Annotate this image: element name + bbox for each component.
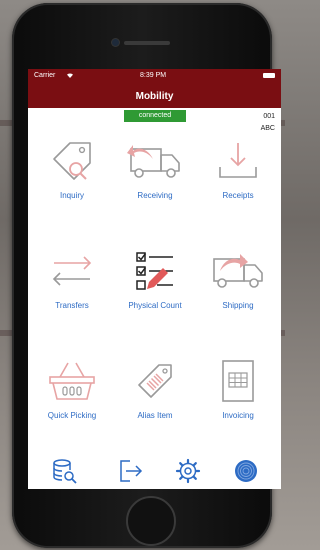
bottom-tab-bar (28, 453, 281, 489)
tile-label-quick-picking: Quick Picking (47, 411, 97, 420)
tile-label-physical-count: Physical Count (128, 301, 182, 310)
tile-label-inquiry: Inquiry (59, 191, 84, 200)
price-tag-search-icon (53, 142, 91, 180)
status-time: 8:39 PM (140, 72, 167, 79)
download-tray-icon (219, 143, 257, 178)
tile-label-shipping: Shipping (222, 301, 254, 310)
page-title: Mobility (135, 91, 174, 102)
tile-alias-item[interactable]: Alias Item (113, 357, 197, 420)
tile-receipts[interactable]: Receipts (196, 137, 280, 200)
branch-code: ABC (260, 125, 275, 132)
tile-transfers[interactable]: Transfers (30, 247, 114, 310)
connection-status-badge: connected (124, 110, 186, 122)
tile-shipping[interactable]: Shipping (196, 247, 280, 310)
checklist-pencil-icon (136, 252, 173, 290)
truck-arrow-forward-icon (213, 254, 263, 288)
app-screen: Carrier 8:39 PM Mobility connected 001 A… (28, 69, 281, 489)
tile-inquiry[interactable]: Inquiry (30, 137, 114, 200)
shopping-basket-icon (49, 362, 95, 400)
carrier-label: Carrier (34, 72, 56, 79)
tile-label-receiving: Receiving (137, 191, 173, 200)
tile-label-invoicing: Invoicing (222, 411, 254, 420)
logout-icon[interactable] (116, 457, 144, 485)
app-header: Carrier 8:39 PM Mobility (28, 69, 281, 108)
barcode-tag-icon (138, 364, 172, 398)
tile-quick-picking[interactable]: Quick Picking (30, 357, 114, 420)
database-search-icon[interactable] (50, 457, 78, 485)
wifi-icon (66, 72, 74, 80)
tile-label-alias-item: Alias Item (137, 411, 173, 420)
company-code: 001 (263, 113, 275, 120)
invoice-document-icon (222, 360, 254, 402)
tile-physical-count[interactable]: Physical Count (113, 247, 197, 310)
truck-arrow-back-icon (127, 145, 180, 178)
fingerprint-icon[interactable] (232, 457, 260, 485)
phone-frame: Carrier 8:39 PM Mobility connected 001 A… (12, 3, 281, 548)
earpiece-speaker (124, 41, 170, 45)
tile-receiving[interactable]: Receiving (113, 137, 197, 200)
tile-label-receipts: Receipts (222, 191, 254, 200)
front-camera (112, 39, 119, 46)
battery-icon (263, 73, 275, 78)
tile-invoicing[interactable]: Invoicing (196, 357, 280, 420)
home-button[interactable] (126, 496, 176, 546)
tile-label-transfers: Transfers (55, 301, 89, 310)
transfer-arrows-icon (52, 256, 92, 286)
settings-gear-icon[interactable] (174, 457, 202, 485)
